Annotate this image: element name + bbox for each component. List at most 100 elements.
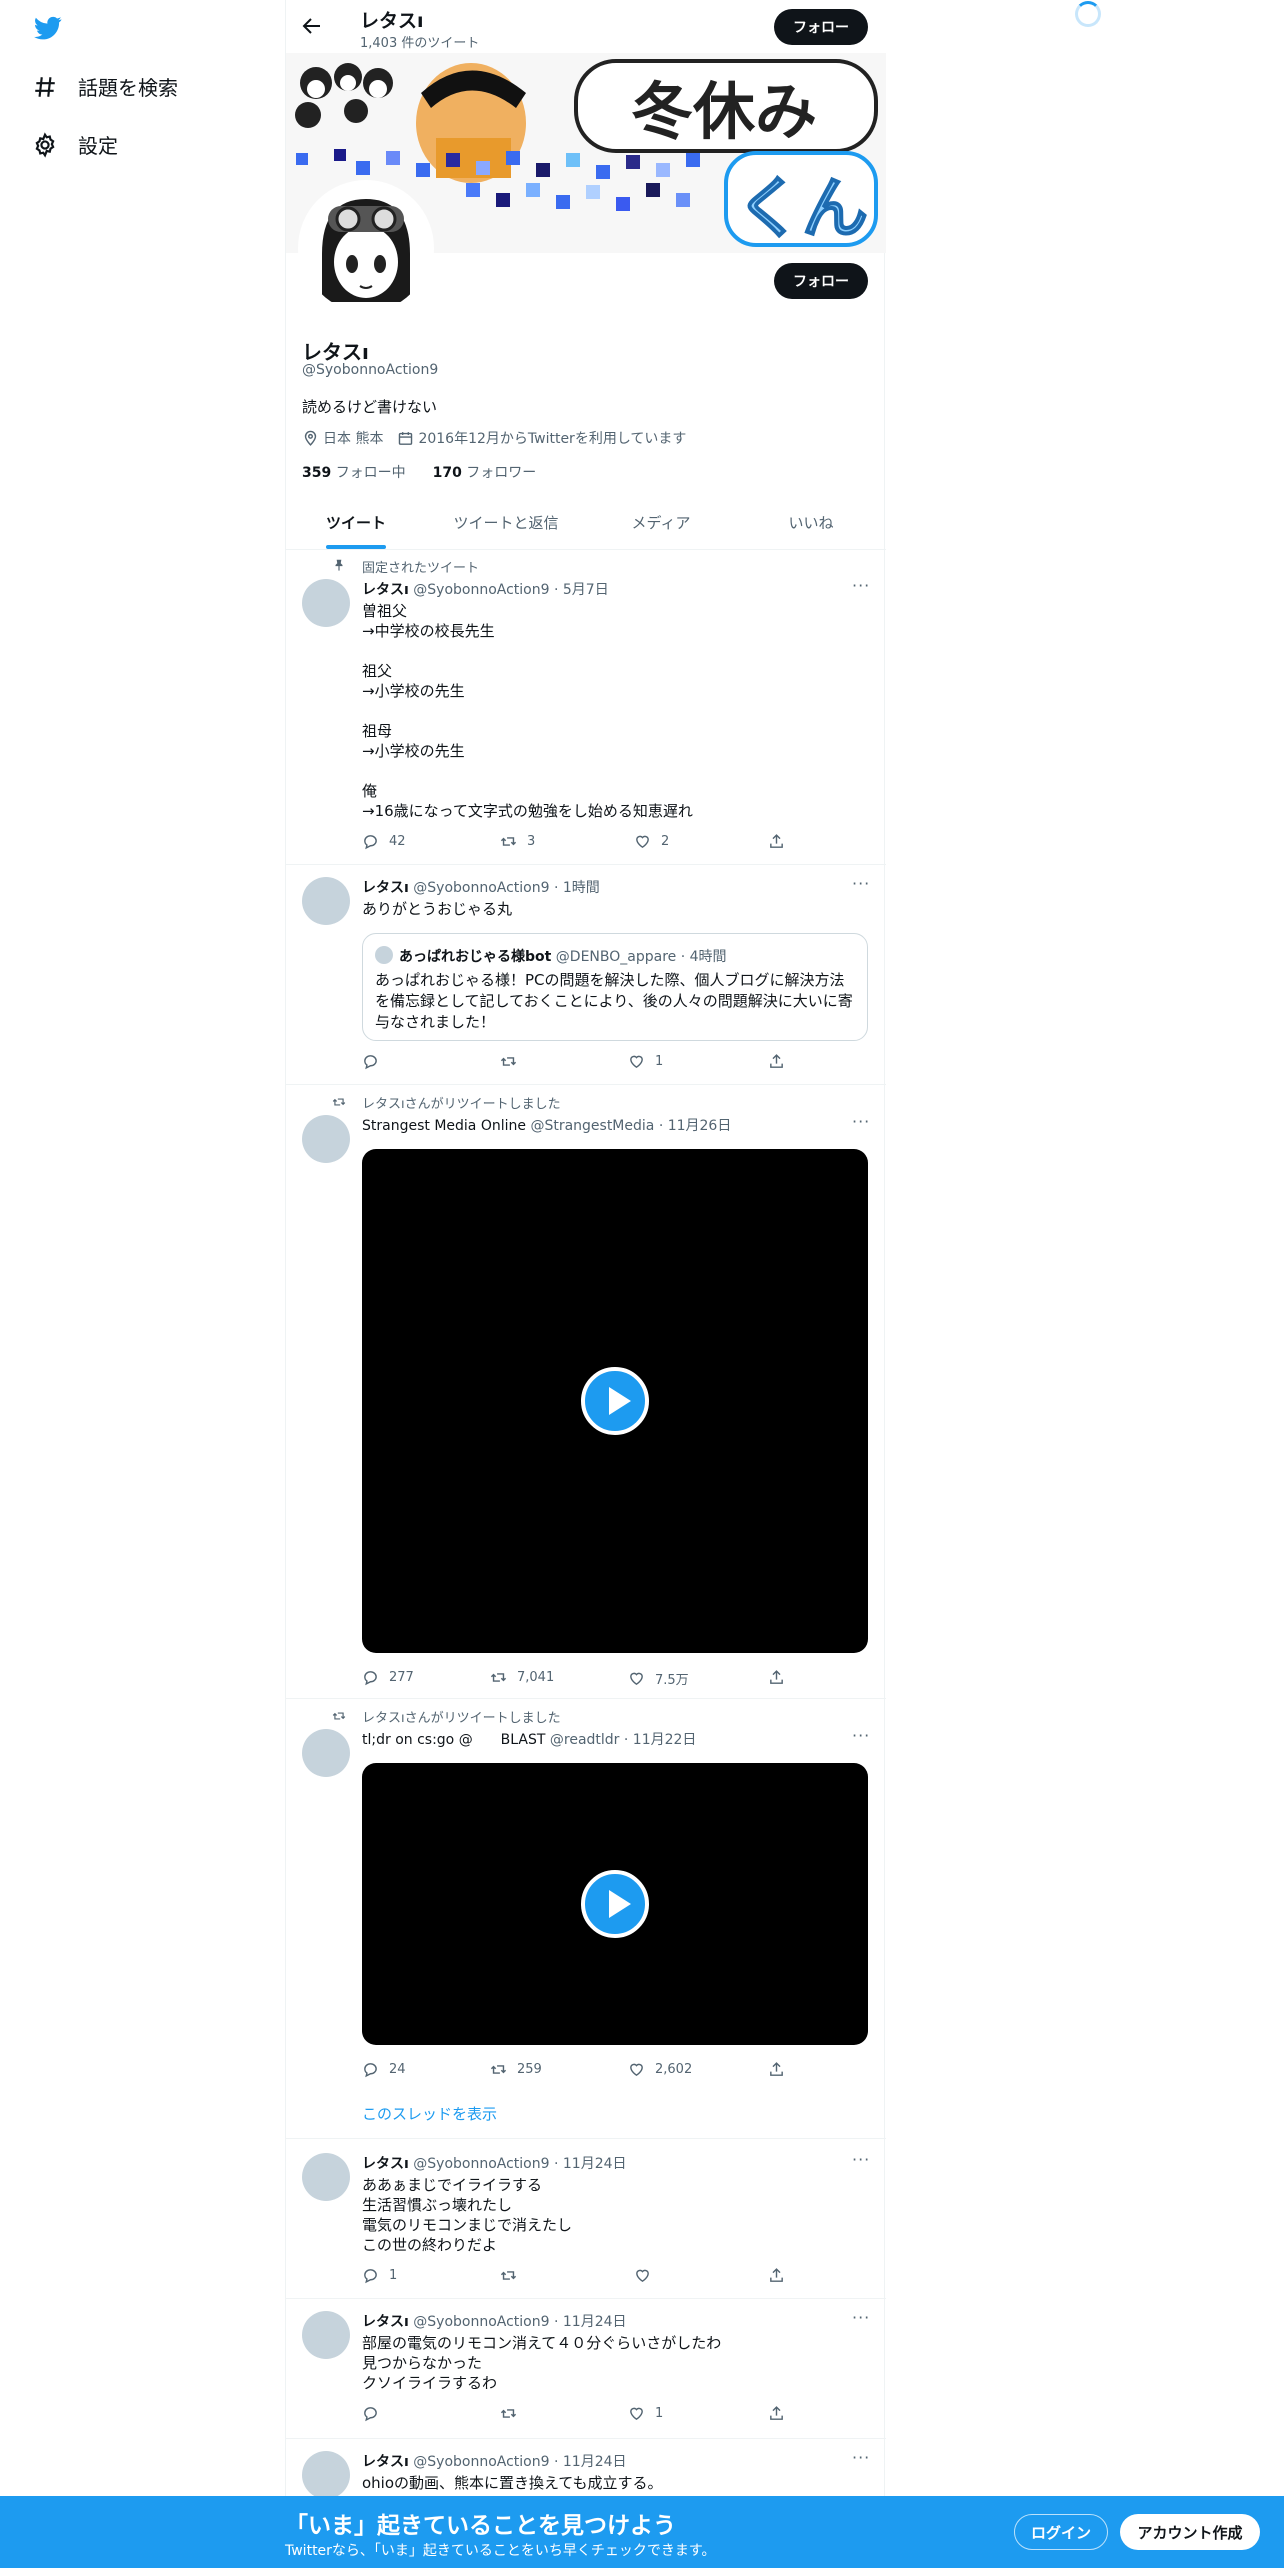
nav-explore[interactable]: 話題を検索 [32,72,178,101]
like-button[interactable]: 1 [628,1053,663,1070]
retweet-button[interactable]: 3 [500,833,535,850]
retweet-icon [490,2065,507,2074]
quoted-tweet[interactable]: あっぱれおじゃる様bot @DENBO_appare · 4時間 あっぱれおじゃ… [362,933,868,1041]
like-button[interactable] [634,2267,661,2284]
tweet-header: レタスı @SyobonnoAction9 · 11月24日 [362,2314,627,2330]
reply-button[interactable]: 42 [362,833,406,850]
avatar[interactable] [302,1115,350,1163]
like-button[interactable]: 1 [628,2405,663,2422]
profile-joined: 2016年12月からTwitterを利用しています [418,431,687,447]
retweet-button[interactable]: 259 [490,2061,542,2078]
tweet-item[interactable]: レタスı @SyobonnoAction9 · 11月24日 ··· ああぁまじ… [286,2139,886,2299]
reply-button[interactable] [362,2405,389,2422]
tweet-item[interactable]: レタスı @SyobonnoAction9 · 1時間 ··· ありがとうおじゃ… [286,865,886,1085]
profile-meta: 日本 熊本 2016年12月からTwitterを利用しています [302,428,686,448]
profile-header-bar: レタスı 1,403 件のツイート フォロー [286,0,886,53]
tab-tweets[interactable]: ツイート [286,498,426,550]
quoted-tweet-header: あっぱれおじゃる様bot @DENBO_appare · 4時間 [399,949,727,965]
share-button[interactable] [768,1669,795,1686]
pin-icon [335,559,343,571]
banner-text-a: 冬休み [631,75,817,148]
video-player[interactable] [362,1149,868,1653]
tweet-item[interactable]: レタスıさんがリツイートしました tl;dr on cs:go @ BLAST … [286,1699,886,2139]
tweet-text: ありがとうおじゃる丸 [362,900,513,918]
followers-link[interactable]: 170 フォロワー [433,465,537,481]
tweet-header: レタスı @SyobonnoAction9 · 11月24日 [362,2156,627,2172]
more-options-icon[interactable]: ··· [852,2152,870,2173]
retweet-icon [500,2271,517,2280]
retweet-button[interactable] [500,1053,527,1070]
reply-button[interactable]: 1 [362,2267,397,2284]
tweet-header: tl;dr on cs:go @ BLAST @readtldr · 11月22… [362,1732,697,1748]
play-icon[interactable] [581,1367,649,1435]
profile-bio: 読めるけど書けない [302,398,438,416]
heart-icon [630,2063,643,2077]
retweet-icon [490,1673,507,1682]
tweet-item[interactable]: レタスı @SyobonnoAction9 · 11月24日 ··· 部屋の電気… [286,2299,886,2439]
profile-avatar[interactable] [298,180,434,316]
header-follow-button[interactable]: フォロー [774,9,868,45]
login-button[interactable]: ログイン [1014,2514,1108,2550]
more-options-icon[interactable]: ··· [852,1114,870,1135]
play-icon[interactable] [581,1870,649,1938]
tab-media[interactable]: メディア [586,498,736,550]
retweet-button[interactable] [500,2405,527,2422]
reply-icon [364,1671,377,1686]
hashtag-icon [35,76,55,97]
tab-likes[interactable]: いいね [736,498,886,550]
more-options-icon[interactable]: ··· [852,578,870,599]
avatar[interactable] [302,877,350,925]
share-button[interactable] [768,2405,795,2422]
avatar[interactable] [302,579,350,627]
signup-button[interactable]: アカウント作成 [1120,2514,1260,2550]
tweet-actions: 1 [362,1053,822,1073]
back-arrow-icon[interactable] [300,14,324,38]
retweet-context-icon [332,1098,346,1106]
avatar[interactable] [302,2153,350,2201]
profile-follow-button[interactable]: フォロー [774,263,868,299]
share-button[interactable] [768,2061,795,2078]
retweet-button[interactable] [500,2267,527,2284]
more-options-icon[interactable]: ··· [852,2450,870,2471]
reply-icon [364,1055,377,1070]
reply-button[interactable]: 277 [362,1669,414,1686]
retweet-context-icon [332,1712,346,1720]
tweet-context: 固定されたツイート [362,561,480,576]
share-button[interactable] [768,833,795,850]
share-icon [770,2406,783,2420]
tab-tweets-replies[interactable]: ツイートと返信 [426,498,586,550]
like-button[interactable]: 7.5万 [628,1669,689,1688]
share-button[interactable] [768,1053,795,1070]
profile-name: レタスı [302,340,369,364]
avatar[interactable] [302,2311,350,2359]
more-options-icon[interactable]: ··· [852,876,870,897]
reply-icon [364,835,377,850]
share-icon [770,834,783,848]
tweet-actions: 42 3 2 [362,833,822,853]
nav-settings[interactable]: 設定 [32,130,118,159]
tweet-text: 曽祖父 →中学校の校長先生 祖父 →小学校の先生 祖母 →小学校の先生 俺 →1… [362,602,693,820]
tweet-item[interactable]: レタスıさんがリツイートしました Strangest Media Online … [286,1085,886,1699]
more-options-icon[interactable]: ··· [852,1728,870,1749]
video-player[interactable] [362,1763,868,2045]
avatar[interactable] [302,2451,350,2499]
twitter-logo-icon[interactable] [32,14,64,42]
gear-icon [35,131,55,158]
avatar[interactable] [302,1729,350,1777]
following-link[interactable]: 359 フォロー中 [302,465,406,481]
like-button[interactable]: 2,602 [628,2061,692,2078]
share-button[interactable] [768,2267,795,2284]
tweet-item[interactable]: 固定されたツイート レタスı @SyobonnoAction9 · 5月7日 ·… [286,551,886,865]
retweet-button[interactable]: 7,041 [490,1669,554,1686]
signup-banner-title: 「いま」起きていることを見つけよう [285,2513,676,2539]
avatar [375,946,393,964]
reply-icon [364,2407,377,2422]
reply-button[interactable]: 24 [362,2061,406,2078]
reply-button[interactable] [362,1053,389,1070]
like-button[interactable]: 2 [634,833,669,850]
more-options-icon[interactable]: ··· [852,2310,870,2331]
tweet-context: レタスıさんがリツイートしました [362,1097,561,1112]
tweet-actions: 1 [362,2267,822,2287]
show-thread-link[interactable]: このスレッドを表示 [362,2103,497,2124]
heart-icon [630,2407,643,2421]
